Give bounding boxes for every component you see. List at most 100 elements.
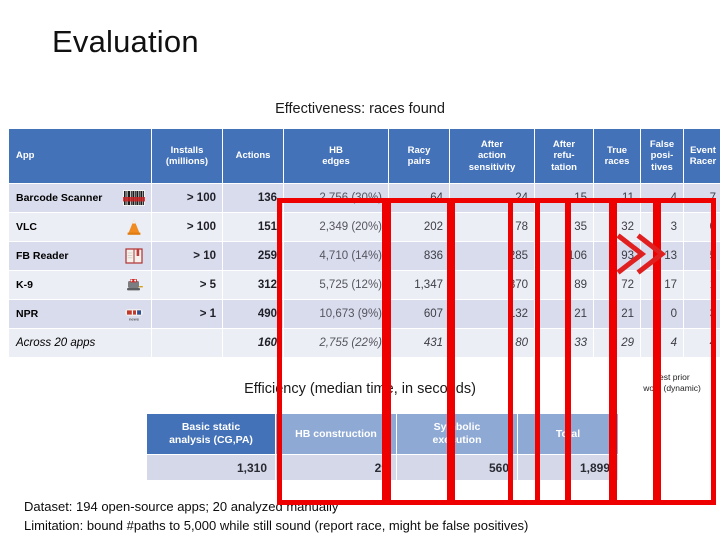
cell-event-racer: 1: [684, 271, 720, 299]
cell-event-racer: 5: [684, 242, 720, 270]
header-label-hb-2: edges: [322, 156, 350, 167]
header-label-basic-2: analysis (CG,PA): [169, 434, 253, 446]
app-name-label: NPR: [16, 308, 39, 320]
cell-after-refutation: 21: [535, 300, 593, 328]
cell-after-action-sensitivity: 80: [450, 329, 534, 357]
cell-true-races: 29: [594, 329, 640, 357]
cell-actions: 312: [223, 271, 283, 299]
cell-true-races: 21: [594, 300, 640, 328]
cell-event-racer: 4: [684, 329, 720, 357]
efficiency-table: Basic static analysis (CG,PA) HB constru…: [146, 413, 619, 481]
header-label-true-2: races: [604, 156, 630, 167]
table-row: VLC > 100 151 2,349 (20%) 202 78 35 32 3…: [9, 213, 720, 241]
cell-app: K-9: [9, 271, 151, 299]
cell-false-positives: 17: [641, 271, 683, 299]
header-label-basic-1: Basic static: [181, 421, 241, 433]
cell-installs: [152, 329, 222, 357]
cell-actions: 259: [223, 242, 283, 270]
cell-after-refutation: 33: [535, 329, 593, 357]
cell-racy-pairs: 836: [389, 242, 449, 270]
cell-actions: 151: [223, 213, 283, 241]
dataset-note: Dataset: 194 open-source apps; 20 analyz…: [24, 499, 339, 514]
barcode-icon: [123, 189, 145, 207]
cell-true-races: 93: [594, 242, 640, 270]
column-header-symbolic-execution: Symbolic execution: [397, 414, 517, 454]
efficiency-header-row: Basic static analysis (CG,PA) HB constru…: [147, 414, 618, 454]
column-header-true-races: True races: [594, 129, 640, 183]
table-header-row: App Installs (millions) Actions HB edges…: [9, 129, 720, 183]
cell-after-refutation: 89: [535, 271, 593, 299]
column-header-racy-pairs: Racy pairs: [389, 129, 449, 183]
header-label-true-1: True: [606, 144, 628, 156]
table-row: NPR news > 1 490 10,673 (9%) 607 132 21: [9, 300, 720, 328]
cell-installs: > 5: [152, 271, 222, 299]
header-label-aas-3: sensitivity: [468, 161, 516, 173]
cell-racy-pairs: 1,347: [389, 271, 449, 299]
table-row: Barcode Scanner > 100 136 2,756 (30%) 64…: [9, 184, 720, 212]
column-header-total: Total: [518, 414, 618, 454]
cell-app: Across 20 apps: [9, 329, 151, 357]
cell-false-positives: 4: [641, 184, 683, 212]
cell-event-racer: 3: [684, 300, 720, 328]
cell-after-action-sensitivity: 78: [450, 213, 534, 241]
table-row-summary: Across 20 apps 160 2,755 (22%) 431 80 33…: [9, 329, 720, 357]
column-header-after-refutation: After refu- tation: [535, 129, 593, 183]
column-header-basic-static-analysis: Basic static analysis (CG,PA): [147, 414, 275, 454]
cell-hb-edges: 2,755 (22%): [284, 329, 388, 357]
svg-text:news: news: [129, 317, 140, 322]
effectiveness-table: App Installs (millions) Actions HB edges…: [8, 128, 720, 358]
vlc-cone-icon: [123, 218, 145, 236]
column-header-app: App: [9, 129, 151, 183]
header-label-false-3: tives: [651, 161, 673, 173]
cell-actions: 136: [223, 184, 283, 212]
header-label-event-1: Event: [690, 144, 716, 156]
cell-total: 1,899: [518, 455, 618, 480]
header-label-racy-1: Racy: [407, 144, 431, 156]
cell-hb-edges: 5,725 (12%): [284, 271, 388, 299]
footer-notes: Dataset: 194 open-source apps; 20 analyz…: [24, 497, 528, 535]
cell-installs: > 100: [152, 184, 222, 212]
app-name-label: VLC: [16, 221, 37, 233]
cell-hb-construction: 29: [276, 455, 396, 480]
cell-installs: > 10: [152, 242, 222, 270]
header-label-total: Total: [555, 427, 581, 440]
cell-racy-pairs: 202: [389, 213, 449, 241]
efficiency-value-row: 1,310 29 560 1,899: [147, 455, 618, 480]
header-label-symbolic-1: Symbolic: [433, 421, 481, 433]
best-prior-line-1: best prior: [654, 372, 690, 382]
table-row: K-9 > 5 312 5,725 (12%) 1,347 370 89 72 …: [9, 271, 720, 299]
column-header-after-action-sensitivity: After action sensitivity: [450, 129, 534, 183]
header-label-hb-1: HB: [329, 144, 343, 156]
cell-false-positives: 13: [641, 242, 683, 270]
cell-app: FB Reader: [9, 242, 151, 270]
cell-basic-static-analysis: 1,310: [147, 455, 275, 480]
cell-after-refutation: 15: [535, 184, 593, 212]
header-label-hb-construction: HB construction: [295, 427, 377, 440]
cell-after-refutation: 106: [535, 242, 593, 270]
cell-app: NPR news: [9, 300, 151, 328]
cell-after-action-sensitivity: 370: [450, 271, 534, 299]
column-header-hb-edges: HB edges: [284, 129, 388, 183]
cell-hb-edges: 2,349 (20%): [284, 213, 388, 241]
cell-false-positives: 3: [641, 213, 683, 241]
cell-after-refutation: 35: [535, 213, 593, 241]
cell-symbolic-execution: 560: [397, 455, 517, 480]
cell-true-races: 11: [594, 184, 640, 212]
cell-true-races: 32: [594, 213, 640, 241]
cell-app: VLC: [9, 213, 151, 241]
cell-installs: > 100: [152, 213, 222, 241]
npr-logo-icon: news: [123, 305, 145, 323]
header-label-ar-2: refu-: [553, 150, 575, 162]
k9-robot-icon: [123, 276, 145, 294]
column-header-actions: Actions: [223, 129, 283, 183]
header-label-aas-2: action: [478, 150, 506, 162]
header-label-aas-1: After: [480, 138, 504, 150]
header-label-installs-2: (millions): [165, 156, 209, 167]
cell-after-action-sensitivity: 285: [450, 242, 534, 270]
app-name-label: K-9: [16, 279, 33, 291]
header-label-app: App: [16, 150, 35, 162]
cell-app: Barcode Scanner: [9, 184, 151, 212]
cell-after-action-sensitivity: 132: [450, 300, 534, 328]
header-label-event-2: Racer: [689, 156, 717, 167]
cell-event-racer: 7: [684, 184, 720, 212]
